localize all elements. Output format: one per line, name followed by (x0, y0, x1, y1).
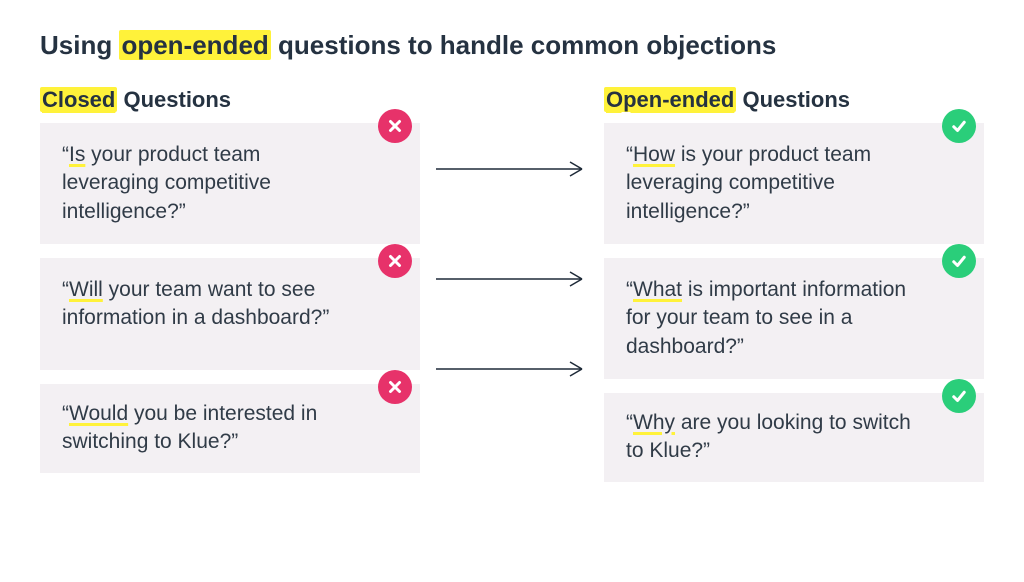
open-header: Open-ended Questions (604, 87, 984, 113)
open-card-1: “How is your product team leveraging com… (604, 123, 984, 244)
check-icon (942, 244, 976, 278)
closed-card-3: “Would you be interested in switching to… (40, 384, 420, 473)
closed-keyword-3: Would (69, 402, 128, 425)
open-keyword-2: What (633, 278, 682, 301)
title-pre: Using (40, 30, 119, 60)
open-header-rest: Questions (736, 87, 850, 112)
q-open: “ (626, 278, 633, 301)
open-keyword-3: Why (633, 411, 675, 434)
open-card-3: “Why are you looking to switch to Klue?” (604, 393, 984, 482)
columns: Closed Questions “Is your product team l… (40, 87, 984, 482)
closed-keyword-1: Is (69, 143, 85, 166)
open-keyword-1: How (633, 143, 675, 166)
open-header-highlight: Open-ended (604, 87, 736, 112)
closed-header-highlight: Closed (40, 87, 117, 112)
page: Using open-ended questions to handle com… (0, 0, 1024, 502)
closed-card-2: “Will your team want to see information … (40, 258, 420, 370)
title-post: questions to handle common objections (271, 30, 777, 60)
cross-icon (378, 244, 412, 278)
closed-header-hl-text: Closed (40, 87, 117, 112)
page-title: Using open-ended questions to handle com… (40, 30, 984, 61)
closed-keyword-2: Will (69, 278, 103, 301)
q-open: “ (62, 402, 69, 425)
check-icon (942, 379, 976, 413)
cross-icon (378, 109, 412, 143)
closed-card-1: “Is your product team leveraging competi… (40, 123, 420, 244)
q-open: “ (626, 411, 633, 434)
cross-icon (378, 370, 412, 404)
check-icon (942, 109, 976, 143)
arrow-right-icon (432, 157, 592, 181)
closed-header-rest: Questions (117, 87, 231, 112)
closed-rest-2: your team want to see information in a d… (62, 278, 329, 329)
arrow-right-icon (432, 267, 592, 291)
closed-column: Closed Questions “Is your product team l… (40, 87, 420, 473)
closed-header: Closed Questions (40, 87, 420, 113)
q-open: “ (62, 278, 69, 301)
q-open: “ (62, 143, 69, 166)
open-column: Open-ended Questions “How is your produc… (604, 87, 984, 482)
open-card-2: “What is important information for your … (604, 258, 984, 379)
q-open: “ (626, 143, 633, 166)
arrow-right-icon (432, 357, 592, 381)
closed-rest-1: your product team leveraging competitive… (62, 143, 271, 223)
open-header-hl-text: Open-ended (604, 87, 736, 112)
arrows-column (420, 87, 604, 425)
title-highlight: open-ended (119, 30, 270, 60)
